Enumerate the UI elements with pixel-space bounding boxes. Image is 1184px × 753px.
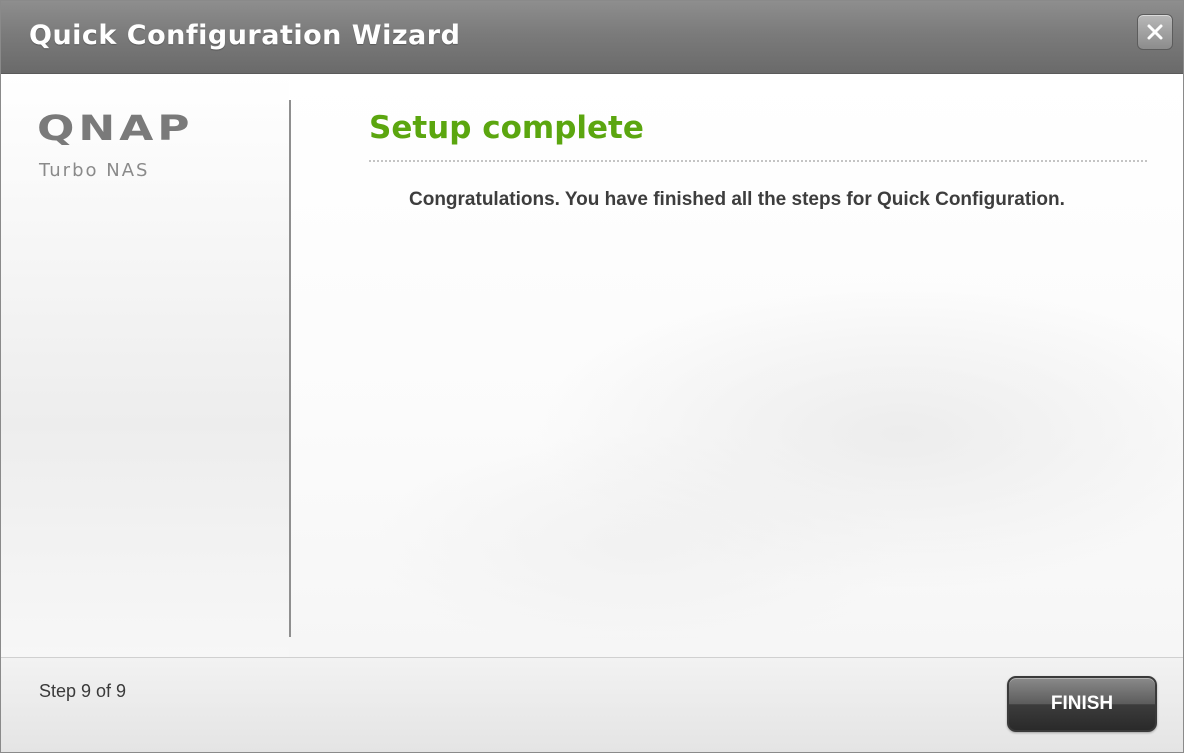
page-title: Setup complete (369, 110, 644, 146)
sidebar: QNAP Turbo NAS (1, 74, 289, 657)
completion-message: Congratulations. You have finished all t… (409, 189, 1065, 210)
step-indicator: Step 9 of 9 (39, 681, 127, 701)
close-button[interactable] (1137, 14, 1173, 50)
window-title: Quick Configuration Wizard (29, 20, 461, 51)
logo-subtitle: Turbo NAS (39, 160, 150, 181)
title-bar: Quick Configuration Wizard (1, 1, 1183, 74)
close-icon (1146, 23, 1164, 41)
sidebar-divider (289, 100, 291, 637)
heading-divider (369, 160, 1147, 162)
wizard-content: QNAP Turbo NAS Setup complete Congratula… (1, 74, 1183, 657)
finish-button[interactable]: FINISH (1007, 676, 1157, 732)
wizard-footer: Step 9 of 9 FINISH (1, 657, 1183, 752)
qnap-logo: QNAP (37, 108, 194, 149)
wizard-window: Quick Configuration Wizard QNAP Turbo NA… (0, 0, 1184, 753)
